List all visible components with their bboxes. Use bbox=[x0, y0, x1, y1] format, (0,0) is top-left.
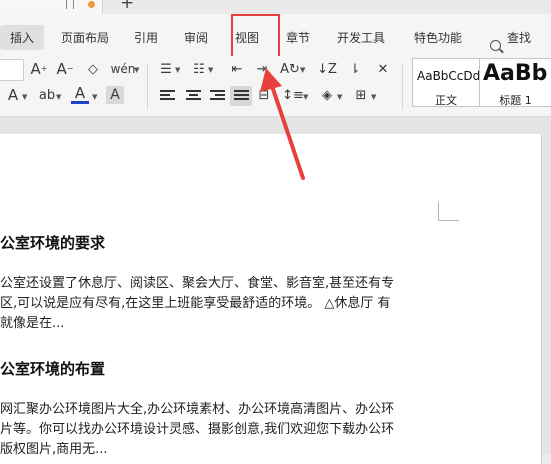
doc-paragraph-line: 公室还设置了休息厅、阅读区、聚会大厅、食堂、影音室,甚至还有专 bbox=[0, 276, 395, 291]
tab-review[interactable]: 审阅 bbox=[184, 29, 208, 46]
tab-features[interactable]: 特色功能 bbox=[414, 29, 462, 46]
sort-icon[interactable]: ↓Z bbox=[317, 60, 337, 78]
highlight-icon[interactable]: ab bbox=[38, 86, 56, 104]
increase-indent-icon[interactable]: ⇥ bbox=[253, 60, 271, 78]
text-effect-icon[interactable]: A bbox=[4, 86, 22, 104]
distributed-align-icon[interactable]: ⊟ bbox=[255, 86, 273, 104]
chevron-down-icon[interactable]: ▼ bbox=[175, 66, 180, 74]
font-size-box[interactable] bbox=[0, 59, 24, 81]
doc-heading: 公室环境的布置 bbox=[0, 360, 106, 378]
toolbar-divider bbox=[402, 64, 403, 110]
doc-heading: 公室环境的要求 bbox=[0, 234, 106, 252]
align-left-icon[interactable] bbox=[160, 90, 175, 102]
cross-icon[interactable]: ✕ bbox=[374, 60, 392, 78]
search-label[interactable]: 查找 bbox=[507, 29, 531, 46]
new-tab-plus-icon[interactable]: + bbox=[120, 0, 134, 12]
shading-fill-icon[interactable]: ◈ bbox=[318, 86, 336, 104]
decrease-indent-icon[interactable]: ⇤ bbox=[228, 60, 246, 78]
justify-icon bbox=[233, 90, 249, 102]
tab-page-layout[interactable]: 页面布局 bbox=[61, 29, 109, 46]
borders-icon[interactable]: ⊞ bbox=[352, 86, 370, 104]
tab-developer[interactable]: 开发工具 bbox=[337, 29, 385, 46]
chevron-down-icon[interactable]: ▼ bbox=[300, 66, 305, 74]
toolbar-divider bbox=[147, 64, 148, 110]
style-name: 标题 1 bbox=[499, 94, 532, 107]
justify-button[interactable] bbox=[230, 86, 252, 106]
document-page[interactable]: 公室环境的要求 公室还设置了休息厅、阅读区、聚会大厅、食堂、影音室,甚至还有专 … bbox=[0, 134, 542, 464]
chevron-down-icon[interactable]: ▼ bbox=[22, 93, 27, 101]
view-tab-highlight bbox=[231, 14, 280, 58]
window-tab-strip: + bbox=[0, 0, 551, 14]
decrease-font-icon[interactable]: A − bbox=[56, 60, 74, 78]
formatting-toolbar: A + A − ◇ wén ▼ ☰ ▼ ☷ ▼ ⇤ ⇥ A↻ ▼ ↓Z ⇂ ✕ A … bbox=[0, 56, 551, 117]
chevron-down-icon[interactable]: ▼ bbox=[208, 66, 213, 74]
document-workspace: 公室环境的要求 公室还设置了休息厅、阅读区、聚会大厅、食堂、影音室,甚至还有专 … bbox=[0, 117, 551, 464]
style-normal[interactable]: AaBbCcDd 正文 bbox=[412, 58, 480, 107]
character-shading-icon[interactable]: A bbox=[106, 86, 124, 104]
document-tab[interactable] bbox=[0, 0, 103, 14]
numbered-list-icon[interactable]: ☷ bbox=[190, 60, 208, 78]
style-name: 正文 bbox=[435, 94, 457, 107]
search-icon[interactable] bbox=[490, 40, 501, 51]
text-direction-icon[interactable]: A↻ bbox=[280, 60, 300, 78]
font-color-icon[interactable]: A bbox=[71, 85, 89, 104]
doc-paragraph-line: 区,可以说是应有尽有,在这里上班能享受最舒适的环境。 △休息厅 有 bbox=[0, 296, 391, 311]
tab-references[interactable]: 引用 bbox=[134, 29, 158, 46]
bullet-list-icon[interactable]: ☰ bbox=[157, 60, 175, 78]
chevron-down-icon[interactable]: ▼ bbox=[337, 93, 342, 101]
pin-icon[interactable] bbox=[66, 0, 74, 9]
tab-chapter[interactable]: 章节 bbox=[286, 29, 310, 46]
doc-paragraph-line: 片等。你可以找办公环境设计灵感、摄影创意,我们欢迎您下载办公环 bbox=[0, 422, 395, 437]
chevron-down-icon[interactable]: ▼ bbox=[56, 93, 61, 101]
tab-insert[interactable]: 插入 bbox=[0, 25, 45, 50]
show-hide-marks-icon[interactable]: ⇂ bbox=[346, 60, 364, 78]
clear-format-icon[interactable]: ◇ bbox=[84, 60, 102, 78]
chevron-down-icon[interactable]: ▼ bbox=[303, 93, 308, 101]
line-spacing-icon[interactable]: ↕≡ bbox=[282, 86, 304, 104]
doc-paragraph-line: 网汇聚办公环境图片大全,办公环境素材、办公环境高清图片、办公环 bbox=[0, 402, 395, 417]
style-gallery: AaBbCcDd 正文 AaBb 标题 1 bbox=[412, 58, 551, 108]
phonetic-guide-icon[interactable]: wén bbox=[111, 60, 136, 78]
doc-paragraph-line: 就像是在... bbox=[0, 316, 65, 331]
align-center-icon[interactable] bbox=[186, 90, 201, 102]
doc-paragraph-line: 版权图片,商用无... bbox=[0, 442, 108, 457]
style-heading-1[interactable]: AaBb 标题 1 bbox=[479, 58, 551, 107]
unsaved-dot-icon bbox=[88, 1, 95, 8]
chevron-down-icon[interactable]: ▼ bbox=[92, 93, 97, 101]
increase-font-icon[interactable]: A + bbox=[30, 60, 48, 78]
style-preview: AaBbCcDd bbox=[417, 69, 481, 83]
chevron-down-icon[interactable]: ▼ bbox=[371, 93, 376, 101]
align-right-icon[interactable] bbox=[210, 90, 225, 102]
page-margin-mark bbox=[438, 202, 459, 221]
chevron-down-icon[interactable]: ▼ bbox=[134, 66, 139, 74]
style-preview: AaBb bbox=[483, 61, 548, 86]
